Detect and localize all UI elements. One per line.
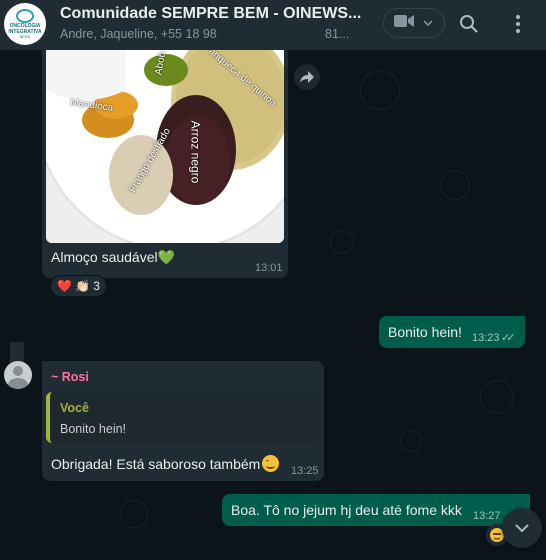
logo-sub: NEWS	[19, 35, 31, 39]
wallpaper-doodle	[480, 380, 514, 414]
logo-text: ONCOLOGIA INTEGRATIVA	[8, 23, 42, 35]
green-heart-icon: 💚	[157, 249, 176, 265]
reaction-emojis: ❤️ 👏🏻	[57, 279, 91, 293]
message-time: 13:23	[472, 332, 500, 344]
message-time: 13:27	[473, 510, 501, 522]
message-text: Bonito hein!	[388, 324, 462, 340]
chevron-down-icon	[423, 18, 433, 29]
logo-icon	[16, 9, 34, 23]
quote-text: Bonito hein!	[60, 422, 127, 436]
message-text: Boa. Tô no jejum hj deu até fome kkk	[231, 502, 462, 518]
food-photo[interactable]: Abob Panqueca de quinoa Mandioca Arroz n…	[46, 50, 284, 243]
group-avatar[interactable]: ONCOLOGIA INTEGRATIVA NEWS	[4, 3, 46, 45]
wallpaper-doodle	[360, 70, 400, 110]
search-icon[interactable]	[457, 12, 481, 36]
participants-count: 81...	[325, 27, 350, 41]
image-message[interactable]: Abob Panqueca de quinoa Mandioca Arroz n…	[42, 50, 288, 278]
image-caption: Almoço saudável💚	[51, 249, 175, 266]
chat-messages-area[interactable]: Abob Panqueca de quinoa Mandioca Arroz n…	[0, 50, 546, 560]
quote-author: Você	[60, 401, 89, 415]
smiling-face-icon	[262, 455, 280, 472]
photo-label: Arroz negro	[188, 120, 203, 184]
wallpaper-doodle	[330, 230, 354, 254]
wallpaper-doodle	[440, 170, 470, 200]
more-vertical-icon[interactable]	[506, 12, 530, 36]
chevron-down-icon	[515, 524, 529, 533]
participants-list[interactable]: Andre, Jaqueline, +55 18 98	[60, 27, 310, 41]
message-text-row: Obrigada! Está saboroso também	[51, 455, 280, 472]
avatar[interactable]	[4, 361, 32, 389]
message-text: Obrigada! Está saboroso também	[51, 456, 261, 472]
chat-header[interactable]: ONCOLOGIA INTEGRATIVA NEWS Comunidade SE…	[0, 0, 546, 50]
outgoing-message[interactable]: Bonito hein! 13:23 ✓✓	[379, 316, 525, 348]
message-time: 13:01	[255, 262, 283, 274]
reaction-count: 3	[93, 279, 100, 293]
quoted-message[interactable]: Você Bonito hein!	[46, 392, 320, 443]
sender-name[interactable]: ~ Rosi	[51, 370, 89, 384]
forward-button[interactable]	[294, 64, 320, 90]
wallpaper-doodle	[120, 500, 148, 528]
outgoing-message[interactable]: Boa. Tô no jejum hj deu até fome kkk 13:…	[222, 494, 530, 526]
chat-title[interactable]: Comunidade SEMPRE BEM - OINEWS...	[60, 5, 361, 23]
video-camera-icon	[394, 14, 414, 33]
wallpaper-doodle	[400, 430, 422, 452]
read-ticks-icon: ✓✓	[501, 332, 516, 344]
scroll-to-bottom-button[interactable]	[502, 508, 542, 548]
reactions-pill[interactable]: ❤️ 👏🏻 3	[50, 275, 107, 297]
caption-text: Almoço saudável	[51, 249, 158, 265]
incoming-message[interactable]: ~ Rosi Você Bonito hein! Obrigada! Está …	[42, 361, 324, 481]
message-time: 13:25	[291, 465, 319, 477]
video-call-button[interactable]	[383, 8, 445, 38]
